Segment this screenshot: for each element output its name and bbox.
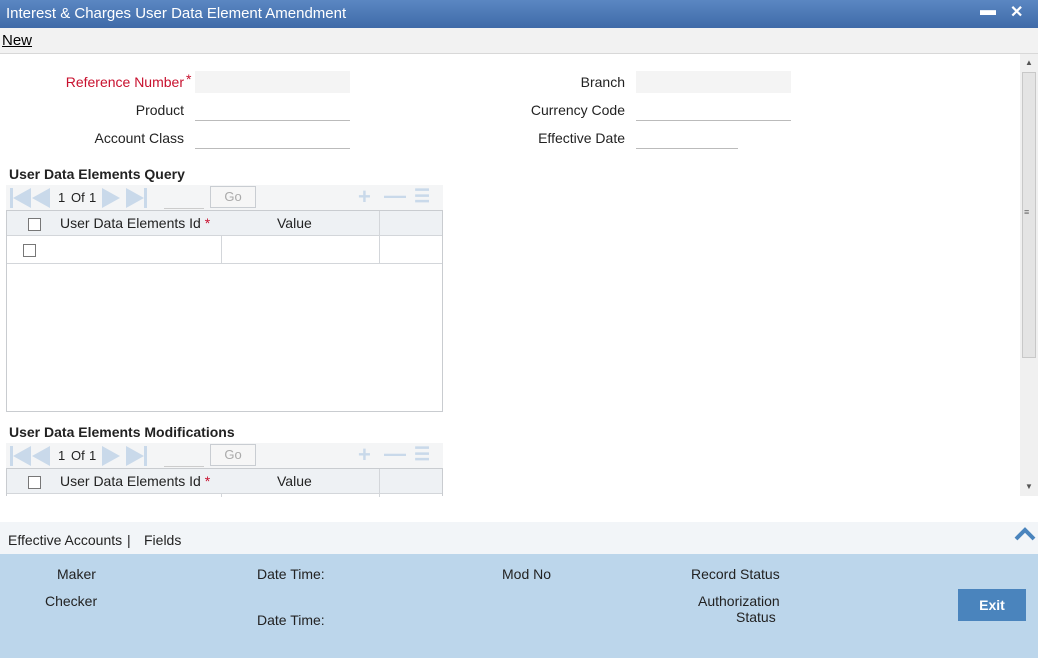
column-header-id: User Data Elements Id *	[60, 473, 211, 489]
maker-label: Maker	[57, 566, 96, 582]
scroll-thumb[interactable]: ≡	[1022, 72, 1036, 358]
currency-code-label: Currency Code	[530, 102, 625, 118]
exit-button[interactable]: Exit	[958, 589, 1026, 621]
view-rows-icon[interactable]: ☰	[414, 186, 430, 207]
scroll-up-icon[interactable]: ▲	[1025, 58, 1033, 67]
page-of: Of	[71, 448, 85, 463]
currency-code-input[interactable]	[636, 99, 791, 121]
required-mark: *	[186, 71, 192, 87]
next-page-icon[interactable]	[102, 446, 120, 466]
query-pager: 1 Of 1 Go + — ☰	[6, 183, 443, 211]
page-current: 1	[58, 448, 66, 463]
minimize-icon[interactable]: ▬	[980, 2, 996, 20]
query-section-title: User Data Elements Query	[9, 166, 185, 182]
tab-fields[interactable]: Fields	[144, 532, 181, 548]
vertical-scrollbar[interactable]: ▲ ≡ ▼	[1020, 54, 1038, 496]
branch-label: Branch	[580, 74, 625, 90]
title-bar: Interest & Charges User Data Element Ame…	[0, 0, 1038, 28]
close-icon[interactable]: ✕	[1010, 2, 1023, 22]
add-row-icon[interactable]: +	[358, 442, 371, 468]
account-class-label: Account Class	[94, 130, 184, 146]
view-rows-icon[interactable]: ☰	[414, 444, 430, 465]
last-page-icon[interactable]	[126, 446, 147, 466]
effective-date-label: Effective Date	[538, 130, 625, 146]
menu-bar: New	[0, 28, 1038, 54]
record-status-label: Record Status	[691, 566, 780, 582]
tab-bar: Effective Accounts | Fields	[0, 522, 1038, 554]
column-header-value: Value	[277, 215, 312, 231]
reference-number-input[interactable]	[195, 71, 350, 93]
grip-icon: ≡	[1024, 207, 1030, 217]
product-label: Product	[135, 102, 184, 118]
last-page-icon[interactable]	[126, 188, 147, 208]
window-title: Interest & Charges User Data Element Ame…	[6, 5, 347, 22]
page-number-input[interactable]	[164, 447, 204, 467]
column-header-id: User Data Elements Id *	[60, 215, 211, 231]
go-button[interactable]: Go	[210, 186, 256, 208]
modifications-section-title: User Data Elements Modifications	[9, 424, 235, 440]
page-total: 1	[89, 448, 97, 463]
reference-number-label: Reference Number	[65, 74, 184, 90]
column-header-value: Value	[277, 473, 312, 489]
add-row-icon[interactable]: +	[358, 184, 371, 210]
mod-no-label: Mod No	[502, 566, 552, 582]
checker-label: Checker	[45, 593, 98, 609]
prev-page-icon[interactable]	[32, 446, 50, 466]
modifications-grid: User Data Elements Id * Value	[6, 468, 443, 497]
new-menu-link[interactable]: New	[2, 32, 32, 49]
row-checkbox[interactable]	[23, 244, 36, 257]
first-page-icon[interactable]	[10, 446, 31, 466]
branch-input[interactable]	[636, 71, 791, 93]
first-page-icon[interactable]	[10, 188, 31, 208]
select-all-checkbox[interactable]	[28, 218, 41, 231]
page-of: Of	[71, 190, 85, 205]
maker-date-time-label: Date Time:	[257, 566, 325, 582]
modifications-pager: 1 Of 1 Go + — ☰	[6, 441, 443, 469]
delete-row-icon[interactable]: —	[384, 183, 406, 209]
effective-date-input[interactable]	[636, 127, 738, 149]
query-grid: User Data Elements Id * Value	[6, 210, 443, 412]
scroll-down-icon[interactable]: ▼	[1025, 482, 1033, 491]
prev-page-icon[interactable]	[32, 188, 50, 208]
authorization-status-label: Status	[736, 609, 776, 625]
delete-row-icon[interactable]: —	[384, 441, 406, 467]
tab-effective-accounts[interactable]: Effective Accounts	[8, 532, 122, 548]
next-page-icon[interactable]	[102, 188, 120, 208]
page-number-input[interactable]	[164, 189, 204, 209]
page-current: 1	[58, 190, 66, 205]
table-row[interactable]	[42, 236, 442, 263]
go-button[interactable]: Go	[210, 444, 256, 466]
product-input[interactable]	[195, 99, 350, 121]
authorization-label: Authorization	[698, 593, 780, 609]
chevron-up-icon[interactable]	[1014, 527, 1036, 541]
tab-separator: |	[127, 532, 131, 548]
account-class-input[interactable]	[195, 127, 350, 149]
select-all-checkbox[interactable]	[28, 476, 41, 489]
page-total: 1	[89, 190, 97, 205]
checker-date-time-label: Date Time:	[257, 612, 325, 628]
